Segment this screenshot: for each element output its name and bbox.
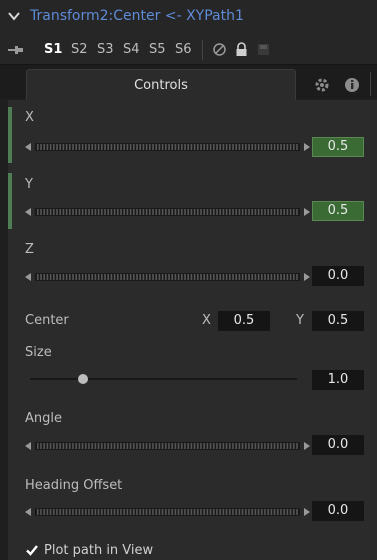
center-y-field[interactable]: 0.5 bbox=[312, 311, 364, 331]
x-label: X bbox=[25, 110, 34, 125]
tab-controls[interactable]: Controls bbox=[26, 69, 296, 101]
slot-s5[interactable]: S5 bbox=[149, 42, 166, 57]
size-slider-track[interactable] bbox=[30, 378, 297, 380]
disable-icon[interactable] bbox=[212, 42, 227, 57]
z-value-field[interactable]: 0.0 bbox=[312, 266, 364, 286]
slot-s6[interactable]: S6 bbox=[175, 42, 192, 57]
z-label: Z bbox=[25, 242, 34, 257]
lock-icon[interactable] bbox=[234, 42, 249, 57]
y-label: Y bbox=[25, 177, 33, 192]
x-group-indicator bbox=[8, 107, 12, 163]
center-x-field[interactable]: 0.5 bbox=[218, 311, 270, 331]
slot-s3[interactable]: S3 bbox=[97, 42, 114, 57]
z-slider[interactable] bbox=[25, 270, 310, 284]
center-x-label: X bbox=[202, 313, 211, 328]
chevron-down-icon[interactable] bbox=[7, 9, 21, 23]
slot-s2[interactable]: S2 bbox=[71, 42, 88, 57]
heading-offset-slider[interactable] bbox=[25, 505, 310, 519]
size-value-field[interactable]: 1.0 bbox=[312, 370, 364, 390]
info-icon[interactable] bbox=[339, 72, 365, 98]
plot-path-checkbox[interactable] bbox=[25, 543, 39, 557]
angle-slider[interactable] bbox=[25, 439, 310, 453]
angle-label: Angle bbox=[25, 411, 62, 426]
plot-path-label: Plot path in View bbox=[44, 543, 154, 558]
heading-offset-value-field[interactable]: 0.0 bbox=[312, 501, 364, 521]
heading-offset-label: Heading Offset bbox=[25, 478, 123, 493]
toolbar-divider bbox=[202, 40, 203, 60]
tab-divider bbox=[370, 72, 371, 96]
center-label: Center bbox=[25, 313, 69, 328]
center-y-label: Y bbox=[296, 313, 304, 328]
size-label: Size bbox=[25, 345, 52, 360]
angle-value-field[interactable]: 0.0 bbox=[312, 435, 364, 455]
x-value-field[interactable]: 0.5 bbox=[312, 137, 364, 157]
y-group-indicator bbox=[8, 173, 12, 229]
gear-icon[interactable] bbox=[309, 72, 335, 98]
slot-s1[interactable]: S1 bbox=[44, 42, 62, 57]
tool-title: Transform2:Center <- XYPath1 bbox=[30, 8, 244, 24]
save-icon[interactable] bbox=[256, 42, 271, 57]
y-slider[interactable] bbox=[25, 205, 310, 219]
pin-icon[interactable] bbox=[8, 44, 24, 54]
x-slider[interactable] bbox=[25, 140, 310, 154]
slot-s4[interactable]: S4 bbox=[123, 42, 140, 57]
y-value-field[interactable]: 0.5 bbox=[312, 201, 364, 221]
